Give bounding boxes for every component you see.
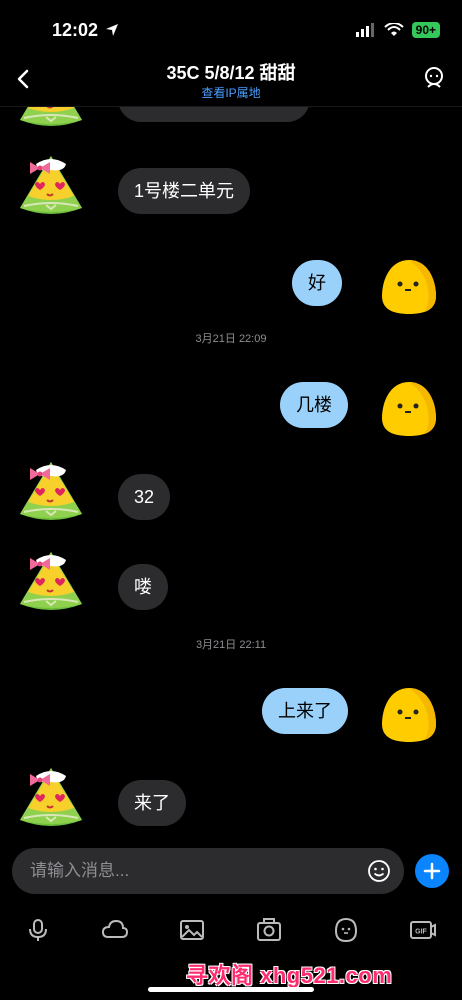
contact-avatar[interactable]	[16, 150, 86, 220]
contact-avatar[interactable]	[16, 546, 86, 616]
image-icon[interactable]	[178, 916, 206, 944]
sticker-icon[interactable]	[332, 916, 360, 944]
message-bubble-incoming[interactable]: 来了	[118, 780, 186, 826]
my-avatar[interactable]	[378, 378, 440, 440]
chat-message-list[interactable]: 1号楼二单元 好 3月21日 22:09 几楼 32 喽 3月21日 22:11…	[0, 106, 462, 838]
contact-avatar[interactable]	[16, 106, 86, 132]
my-avatar[interactable]	[378, 684, 440, 746]
contact-avatar[interactable]	[16, 762, 86, 832]
profile-icon[interactable]	[422, 65, 446, 91]
home-indicator	[148, 987, 314, 992]
microphone-icon[interactable]	[24, 916, 52, 944]
location-arrow-icon	[106, 24, 118, 36]
camera-icon[interactable]	[255, 916, 283, 944]
battery-indicator: 90+	[411, 22, 440, 38]
gif-icon[interactable]: GIF	[409, 916, 437, 944]
input-toolbar: GIF	[0, 912, 462, 948]
chat-title: 35C 5/8/12 甜甜	[166, 63, 296, 83]
emoji-icon[interactable]	[367, 859, 391, 883]
svg-text:GIF: GIF	[415, 929, 427, 936]
add-attachment-button[interactable]	[415, 854, 449, 888]
plus-icon	[423, 862, 441, 880]
message-input-row	[0, 846, 462, 896]
message-bubble-incoming[interactable]	[118, 106, 310, 122]
ip-location-link[interactable]: 查看IP属地	[0, 84, 462, 101]
chat-header: 35C 5/8/12 甜甜 查看IP属地	[0, 55, 462, 107]
message-input[interactable]	[12, 848, 404, 894]
message-bubble-incoming[interactable]: 喽	[118, 564, 168, 610]
my-avatar[interactable]	[378, 256, 440, 318]
signal-icon	[355, 23, 374, 37]
status-icons: 90+	[355, 22, 440, 38]
message-bubble-outgoing[interactable]: 几楼	[280, 382, 348, 428]
contact-avatar[interactable]	[16, 456, 86, 526]
watermark: 寻欢阁 xhg521.com	[186, 963, 393, 988]
status-time: 12:02	[52, 20, 99, 40]
message-bubble-incoming[interactable]: 32	[118, 474, 171, 520]
message-timestamp: 3月21日 22:09	[195, 333, 267, 345]
message-bubble-outgoing[interactable]: 好	[292, 260, 342, 306]
message-bubble-outgoing[interactable]: 上来了	[262, 688, 348, 734]
cloud-icon[interactable]	[101, 916, 129, 944]
status-bar: 12:02 90+	[0, 0, 462, 60]
wifi-icon	[383, 23, 404, 36]
message-timestamp: 3月21日 22:11	[195, 639, 267, 651]
message-bubble-incoming[interactable]: 1号楼二单元	[118, 168, 251, 214]
